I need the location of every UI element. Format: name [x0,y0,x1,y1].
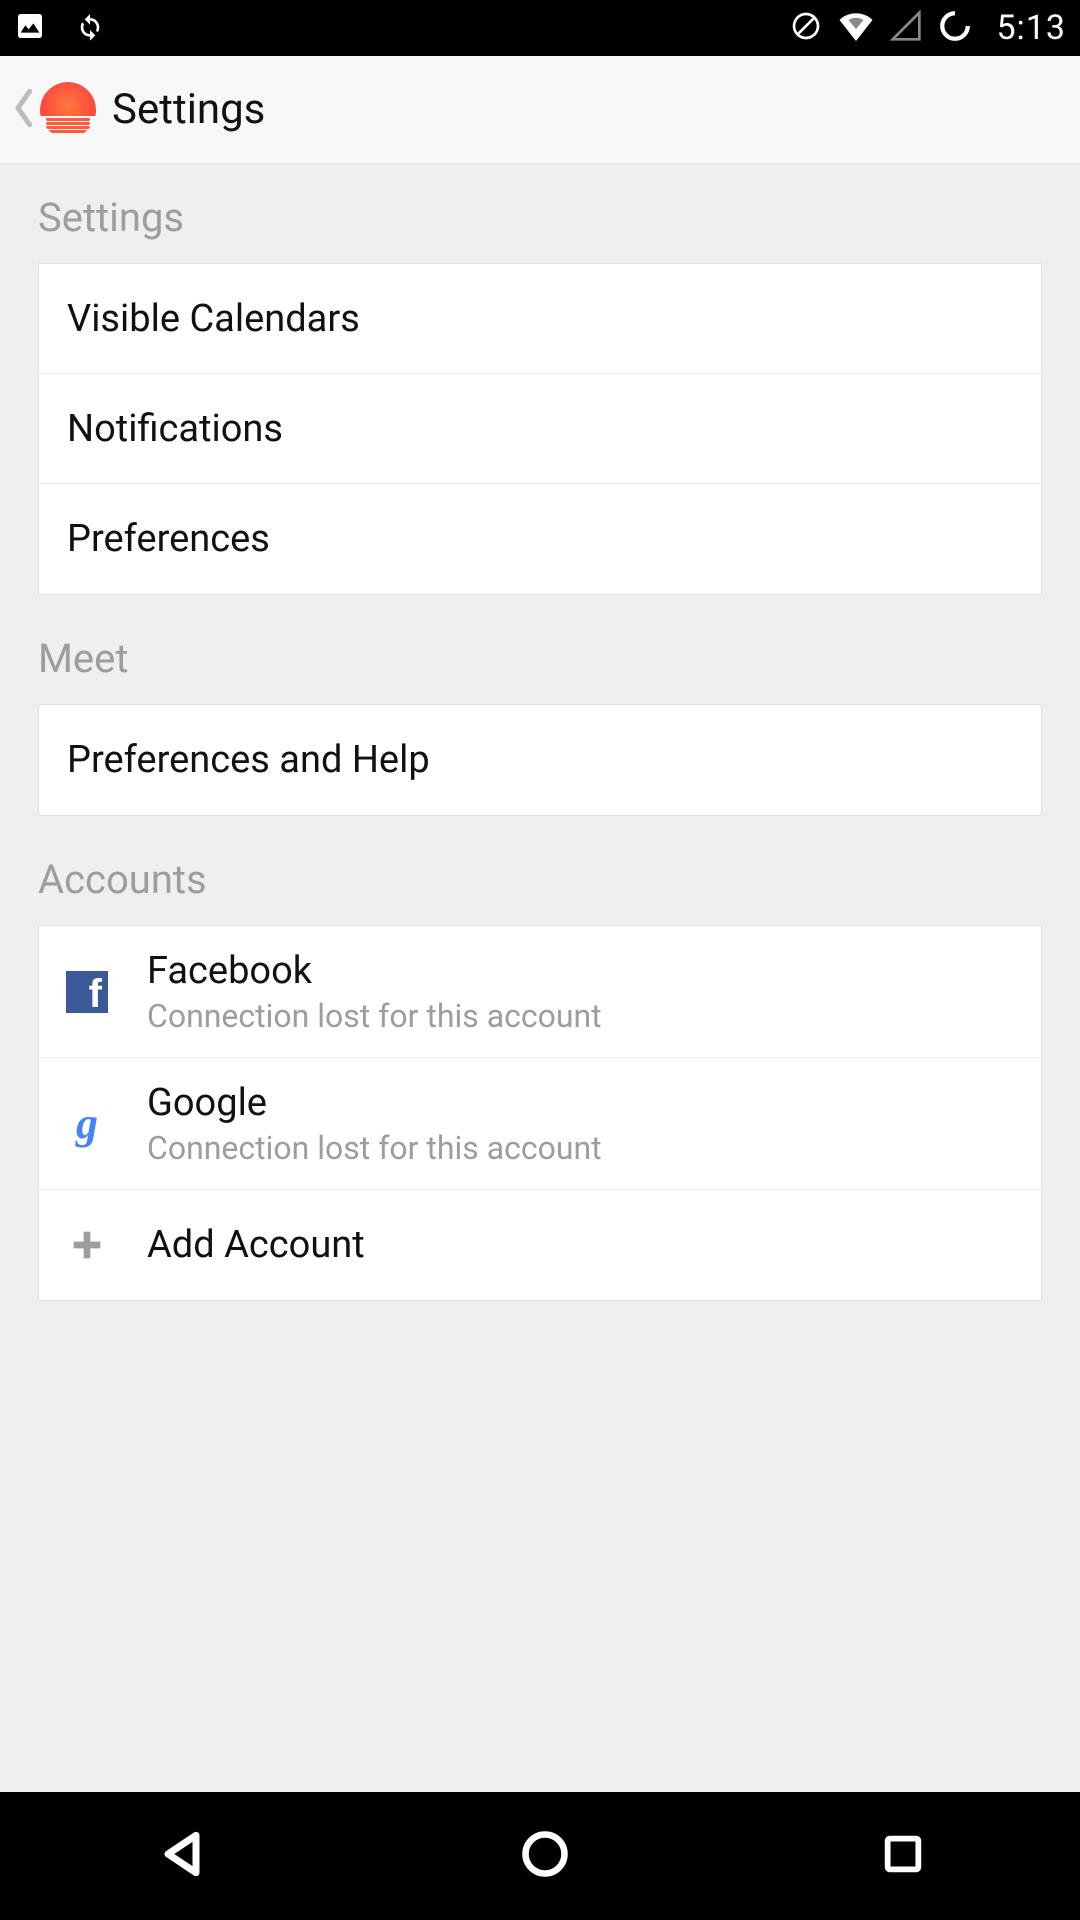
notifications-item[interactable]: Notifications [39,374,1041,484]
list-item-label: Visible Calendars [67,297,360,341]
android-nav-bar [0,1792,1080,1920]
settings-screen: Settings Visible Calendars Notifications… [0,164,1080,1792]
nav-back-button[interactable] [154,1826,210,1886]
section-title-accounts: Accounts [0,856,1080,925]
list-item-label: Preferences [67,517,270,561]
section-title-settings: Settings [0,194,1080,263]
refresh-icon [74,10,106,46]
list-item-label: Preferences and Help [67,738,430,782]
google-icon: g [59,1098,115,1149]
accounts-list: Facebook Connection lost for this accoun… [38,925,1042,1301]
wifi-icon [838,11,874,45]
account-status: Connection lost for this account [147,997,602,1035]
visible-calendars-item[interactable]: Visible Calendars [39,264,1041,374]
account-status: Connection lost for this account [147,1129,602,1167]
status-bar: 5:13 [0,0,1080,56]
picture-icon [14,10,46,46]
app-header: Settings [0,56,1080,164]
settings-list: Visible Calendars Notifications Preferen… [38,263,1042,595]
nav-recent-button[interactable] [880,1831,926,1881]
sunrise-logo-icon [40,82,96,138]
status-clock: 5:13 [996,8,1066,48]
account-facebook[interactable]: Facebook Connection lost for this accoun… [39,926,1041,1058]
section-title-meet: Meet [0,635,1080,704]
no-entry-icon [790,10,822,46]
account-google[interactable]: g Google Connection lost for this accoun… [39,1058,1041,1190]
nav-home-button[interactable] [519,1828,571,1884]
cell-signal-icon [890,10,922,46]
add-account-item[interactable]: Add Account [39,1190,1041,1300]
preferences-item[interactable]: Preferences [39,484,1041,594]
list-item-label: Notifications [67,407,283,451]
list-item-label: Add Account [147,1223,365,1267]
account-label: Google [147,1081,602,1125]
preferences-and-help-item[interactable]: Preferences and Help [39,705,1041,815]
loading-circle-icon [938,9,972,47]
back-button[interactable] [12,88,40,132]
plus-icon [59,1225,115,1265]
account-label: Facebook [147,949,602,993]
app-header-title: Settings [112,85,265,134]
meet-list: Preferences and Help [38,704,1042,816]
facebook-icon [59,971,115,1013]
